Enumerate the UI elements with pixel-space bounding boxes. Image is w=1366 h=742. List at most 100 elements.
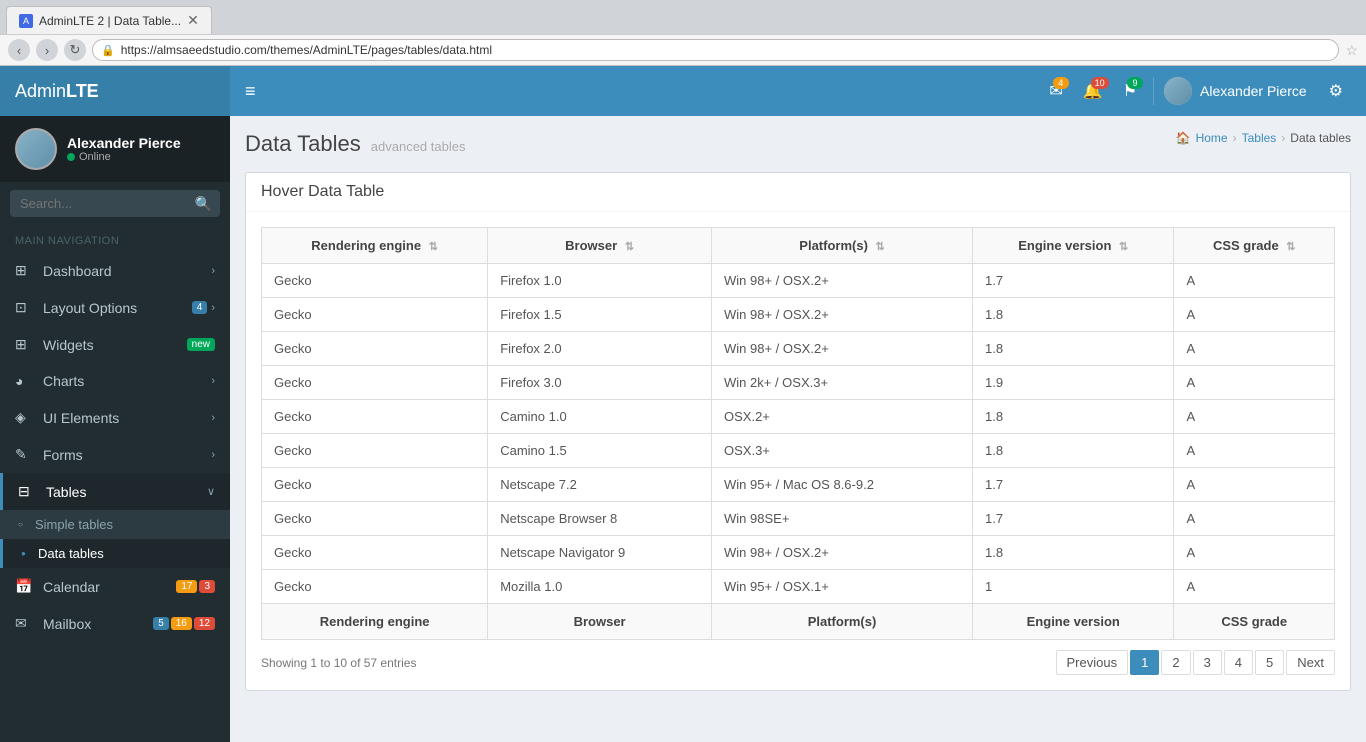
cell-grade: A (1174, 332, 1335, 366)
col-rendering-engine[interactable]: Rendering engine ⇅ (262, 228, 488, 264)
search-input[interactable] (10, 190, 220, 217)
status-text: Online (79, 151, 111, 163)
sidebar-item-simple-tables[interactable]: Simple tables (0, 510, 230, 539)
content-area: Data Tables advanced tables 🏠 Home › Tab… (230, 116, 1366, 742)
sidebar-item-forms[interactable]: ✎ Forms › (0, 436, 230, 473)
notifications-button[interactable]: 🔔 10 (1075, 75, 1111, 107)
page-4-button[interactable]: 4 (1224, 650, 1253, 675)
page-5-button[interactable]: 5 (1255, 650, 1284, 675)
main-header: AdminLTE ≡ ✉ 4 🔔 10 ⚑ 9 Alexander Pierce (0, 66, 1366, 116)
sidebar: Alexander Pierce Online 🔍 MAIN NAVIGATIO… (0, 116, 230, 742)
table-row: Gecko Firefox 1.5 Win 98+ / OSX.2+ 1.8 A (262, 298, 1335, 332)
breadcrumb-parent[interactable]: Tables (1242, 131, 1277, 145)
breadcrumb: 🏠 Home › Tables › Data tables (1176, 131, 1351, 145)
forward-button[interactable]: › (36, 39, 58, 61)
breadcrumb-sep-2: › (1281, 131, 1285, 145)
ssl-lock-icon: 🔒 (101, 44, 115, 57)
bookmark-icon[interactable]: ☆ (1345, 42, 1358, 59)
page-2-button[interactable]: 2 (1161, 650, 1190, 675)
cell-grade: A (1174, 264, 1335, 298)
sidebar-item-ui-elements[interactable]: ◈ UI Elements › (0, 399, 230, 436)
cell-grade: A (1174, 536, 1335, 570)
cell-platform: Win 2k+ / OSX.3+ (712, 366, 973, 400)
data-table: Rendering engine ⇅ Browser ⇅ Platform(s)… (261, 227, 1335, 640)
sidebar-user-name: Alexander Pierce (67, 135, 181, 151)
foot-platform: Platform(s) (712, 604, 973, 640)
sidebar-item-dashboard[interactable]: ⊞ Dashboard › (0, 252, 230, 289)
sidebar-item-charts[interactable]: ◕ Charts › (0, 363, 230, 399)
cell-engine: Gecko (262, 536, 488, 570)
cell-engine: Gecko (262, 468, 488, 502)
address-bar: ‹ › ↻ 🔒 https://almsaeedstudio.com/theme… (0, 34, 1366, 65)
sidebar-item-widgets[interactable]: ⊞ Widgets new (0, 326, 230, 363)
tasks-button[interactable]: ⚑ 9 (1115, 75, 1145, 107)
breadcrumb-home[interactable]: Home (1196, 131, 1228, 145)
user-menu[interactable]: Alexander Pierce (1153, 77, 1317, 105)
messages-badge: 4 (1053, 77, 1069, 89)
sort-icon: ⇅ (625, 241, 634, 253)
col-browser[interactable]: Browser ⇅ (488, 228, 712, 264)
cell-platform: Win 95+ / OSX.1+ (712, 570, 973, 604)
settings-button[interactable]: ⚙ (1321, 75, 1351, 107)
next-page-button[interactable]: Next (1286, 650, 1335, 675)
user-name-header: Alexander Pierce (1200, 83, 1307, 99)
widgets-badge: new (187, 338, 215, 351)
box-header: Hover Data Table (246, 173, 1350, 212)
page-3-button[interactable]: 3 (1193, 650, 1222, 675)
page-title: Data Tables (245, 131, 361, 157)
cell-engine: Gecko (262, 298, 488, 332)
forms-icon: ✎ (15, 446, 35, 463)
sidebar-item-label: Tables (46, 484, 207, 500)
cell-grade: A (1174, 366, 1335, 400)
tab-favicon: A (19, 14, 33, 28)
tab-close-button[interactable]: ✕ (187, 12, 199, 29)
page-1-button[interactable]: 1 (1130, 650, 1159, 675)
table-row: Gecko Netscape Browser 8 Win 98SE+ 1.7 A (262, 502, 1335, 536)
mailbox-badge-3: 12 (194, 617, 215, 630)
sort-icon: ⇅ (876, 241, 885, 253)
search-button[interactable]: 🔍 (195, 195, 212, 212)
col-css-grade[interactable]: CSS grade ⇅ (1174, 228, 1335, 264)
sidebar-item-mailbox[interactable]: ✉ Mailbox 5 16 12 (0, 605, 230, 642)
table-row: Gecko Camino 1.5 OSX.3+ 1.8 A (262, 434, 1335, 468)
cell-version: 1.8 (973, 400, 1174, 434)
foot-css-grade: CSS grade (1174, 604, 1335, 640)
browser-tab[interactable]: A AdminLTE 2 | Data Table... ✕ (6, 6, 212, 34)
arrow-icon: › (211, 265, 215, 277)
refresh-button[interactable]: ↻ (64, 39, 86, 61)
cell-grade: A (1174, 468, 1335, 502)
mailbox-icon: ✉ (15, 615, 35, 632)
cell-engine: Gecko (262, 434, 488, 468)
sidebar-item-data-tables[interactable]: Data tables (0, 539, 230, 568)
col-platform[interactable]: Platform(s) ⇅ (712, 228, 973, 264)
cell-grade: A (1174, 502, 1335, 536)
cell-version: 1.9 (973, 366, 1174, 400)
layout-badge: 4 (192, 301, 208, 314)
dashboard-icon: ⊞ (15, 262, 35, 279)
cell-browser: Netscape Browser 8 (488, 502, 712, 536)
cell-browser: Firefox 1.5 (488, 298, 712, 332)
sidebar-toggle-button[interactable]: ≡ (235, 81, 266, 102)
back-button[interactable]: ‹ (8, 39, 30, 61)
arrow-icon: › (211, 375, 215, 387)
cell-browser: Netscape 7.2 (488, 468, 712, 502)
prev-page-button[interactable]: Previous (1056, 650, 1129, 675)
sidebar-item-layout[interactable]: ⊡ Layout Options 4 › (0, 289, 230, 326)
foot-rendering-engine: Rendering engine (262, 604, 488, 640)
cell-platform: Win 98+ / OSX.2+ (712, 332, 973, 366)
cell-version: 1.7 (973, 468, 1174, 502)
nav-label: MAIN NAVIGATION (0, 225, 230, 252)
cell-browser: Camino 1.0 (488, 400, 712, 434)
notifications-badge: 10 (1091, 77, 1109, 89)
mailbox-badge-2: 16 (171, 617, 192, 630)
sidebar-item-label: Forms (43, 447, 211, 463)
sidebar-item-tables[interactable]: ⊟ Tables ∨ (0, 473, 230, 510)
col-engine-version[interactable]: Engine version ⇅ (973, 228, 1174, 264)
messages-button[interactable]: ✉ 4 (1041, 75, 1070, 107)
address-input-area[interactable]: 🔒 https://almsaeedstudio.com/themes/Admi… (92, 39, 1339, 61)
table-body: Gecko Firefox 1.0 Win 98+ / OSX.2+ 1.7 A… (262, 264, 1335, 604)
cell-platform: Win 98+ / OSX.2+ (712, 264, 973, 298)
sidebar-item-calendar[interactable]: 📅 Calendar 17 3 (0, 568, 230, 605)
sort-icon: ⇅ (429, 241, 438, 253)
cell-platform: Win 95+ / Mac OS 8.6-9.2 (712, 468, 973, 502)
